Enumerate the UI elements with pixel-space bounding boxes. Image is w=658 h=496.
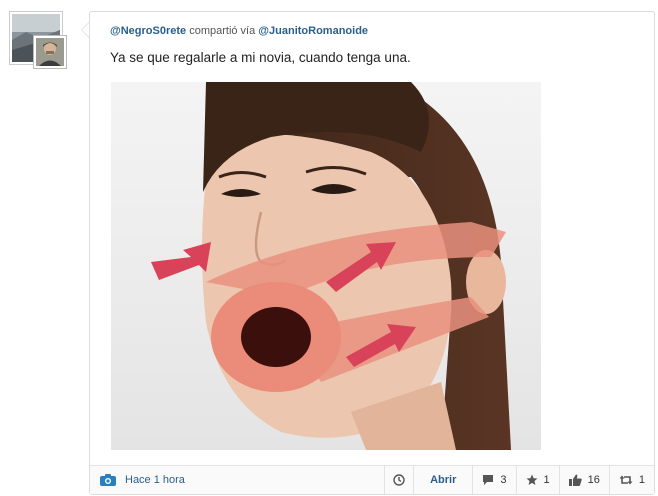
clock-icon	[393, 474, 405, 486]
retweet-button[interactable]: 1	[608, 466, 654, 494]
timestamp-label: Hace 1 hora	[125, 474, 185, 486]
comments-count: 3	[500, 474, 507, 486]
like-button[interactable]: 16	[558, 466, 609, 494]
retweet-icon	[619, 475, 633, 485]
comment-icon	[483, 475, 494, 485]
author-link[interactable]: @NegroS0rete	[110, 25, 186, 37]
post-card: @NegroS0rete compartió vía @JuanitoRoman…	[89, 11, 655, 495]
post-text: Ya se que regalarle a mi novia, cuando t…	[110, 50, 411, 65]
shared-via-text: compartió vía	[189, 25, 256, 37]
post-image[interactable]	[111, 82, 541, 450]
timestamp[interactable]: Hace 1 hora	[90, 466, 384, 494]
thumbs-up-icon	[568, 474, 582, 486]
camera-icon	[100, 474, 116, 486]
avatar-stack[interactable]	[9, 11, 67, 69]
favorite-button[interactable]: 1	[515, 466, 559, 494]
open-button[interactable]: Abrir	[413, 466, 472, 494]
card-pointer-inner	[82, 23, 89, 37]
likes-count: 16	[587, 474, 600, 486]
avatar-sharer[interactable]	[33, 35, 67, 69]
original-author-link[interactable]: @JuanitoRomanoide	[258, 25, 368, 37]
comments-button[interactable]: 3	[472, 466, 515, 494]
star-icon	[526, 474, 537, 485]
retweets-count: 1	[638, 474, 645, 486]
post-footer: Hace 1 hora Abrir 3 1 16 1	[90, 465, 654, 494]
post-byline: @NegroS0rete compartió vía @JuanitoRoman…	[110, 25, 368, 37]
avatar-sharer-photo-icon	[36, 38, 64, 66]
clock-button[interactable]	[384, 466, 413, 494]
favorites-count: 1	[543, 474, 550, 486]
